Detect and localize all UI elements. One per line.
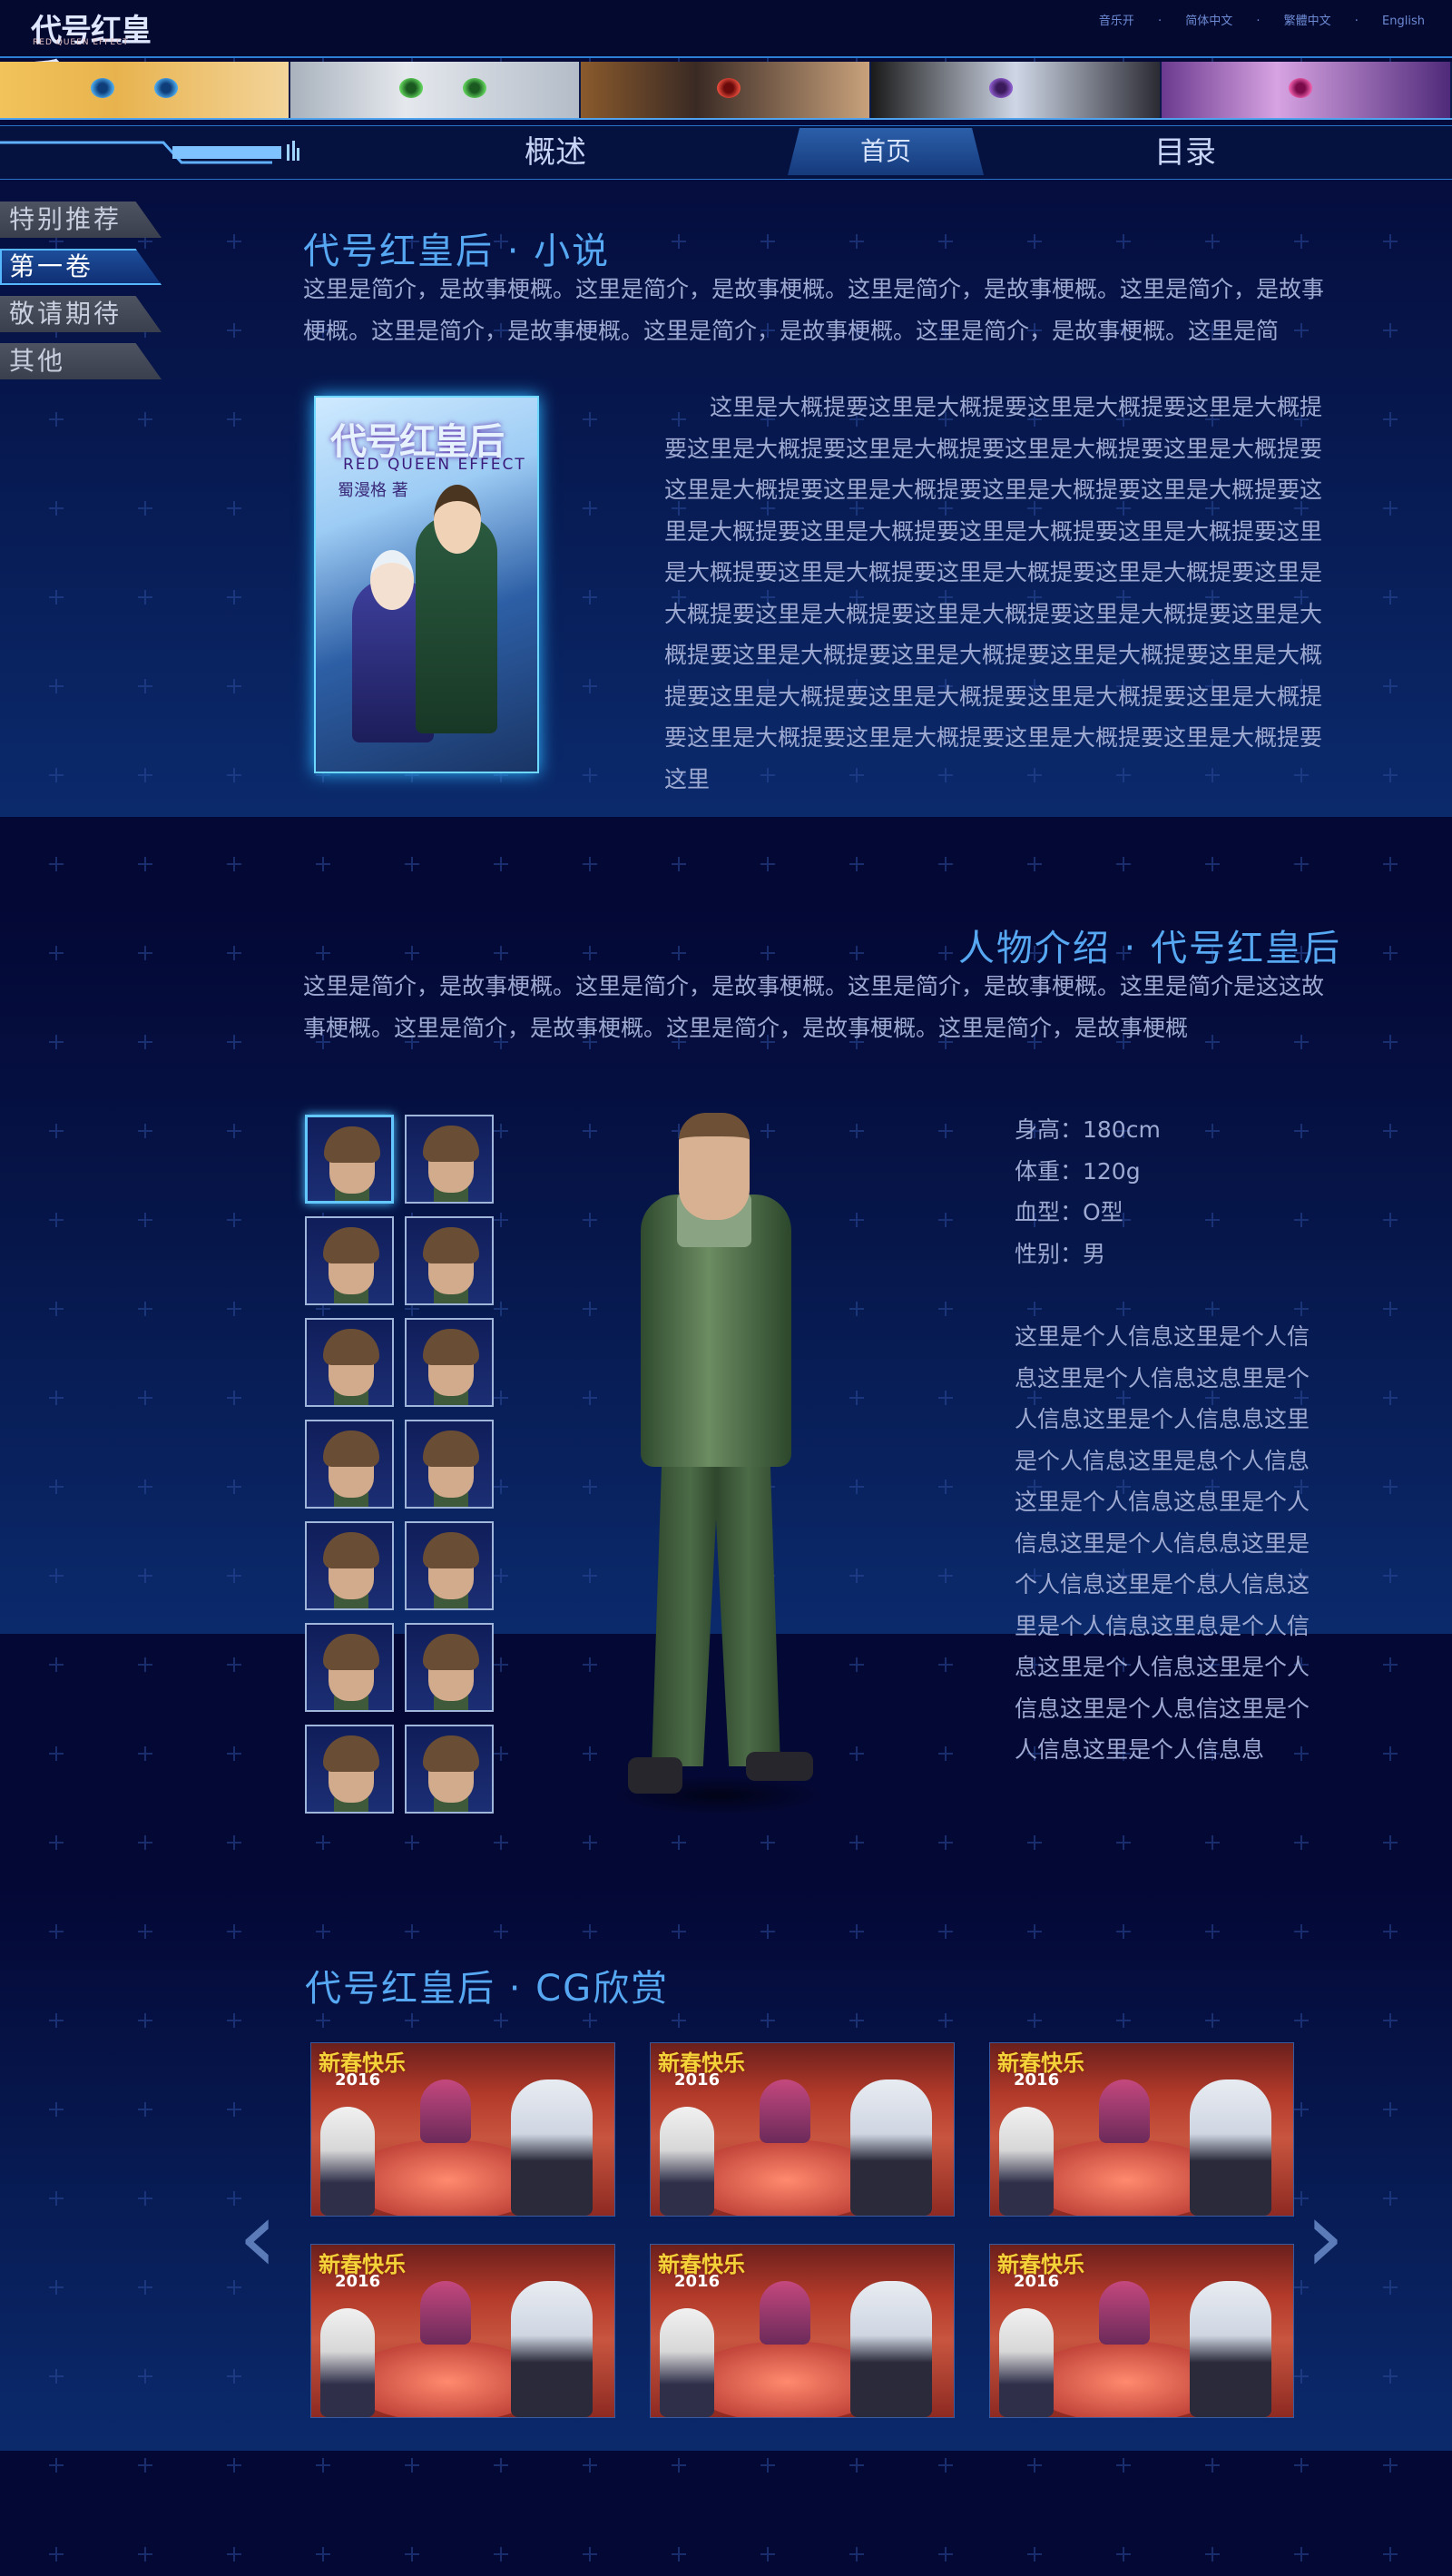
cg-prev-arrow[interactable]: ‹ <box>238 2178 278 2295</box>
character-section-title: 人物介绍 · 代号红皇后 <box>957 928 1341 969</box>
book-cover-author: 蜀漫格 著 <box>338 481 408 500</box>
character-portrait-thumb[interactable] <box>305 1521 394 1610</box>
cg-thumbnail-year: 2016 <box>1014 2070 1060 2089</box>
character-portrait-thumb[interactable] <box>305 1318 394 1407</box>
lang-link-simplified[interactable]: · 简体中文 <box>1158 15 1232 28</box>
banner-panel-1 <box>0 62 290 118</box>
cg-thumbnail-year: 2016 <box>674 2070 721 2089</box>
character-portrait-thumb[interactable] <box>405 1521 494 1610</box>
character-portrait-thumb[interactable] <box>405 1623 494 1712</box>
stat-gender: 性别：男 <box>1015 1240 1106 1267</box>
cg-thumbnail[interactable]: 新春快乐 2016 <box>310 2244 615 2418</box>
banner-panel-3 <box>581 62 871 118</box>
nav-contents[interactable]: 目录 <box>1154 126 1216 179</box>
cg-thumbnail-year: 2016 <box>335 2070 381 2089</box>
cg-thumbnail[interactable]: 新春快乐 2016 <box>989 2042 1294 2217</box>
top-links: 音乐开 · 简体中文 · 繁體中文 · English <box>1079 11 1425 28</box>
nav-home[interactable]: 首页 <box>788 128 984 175</box>
cg-thumbnail[interactable]: 新春快乐 2016 <box>650 2244 955 2418</box>
side-item-other[interactable]: 其他 <box>0 343 162 379</box>
character-intro: 这里是简介，是故事梗概。这里是简介，是故事梗概。这里是简介，是故事梗概。这里是简… <box>303 973 1325 1041</box>
cg-thumbnail-year: 2016 <box>335 2272 381 2291</box>
cg-section-title: 代号红皇后 · CG欣赏 <box>305 1968 670 2010</box>
character-stats: 身高：180cm 体重：120g 血型：O型 性别：男 <box>1015 1109 1161 1274</box>
cg-next-arrow[interactable]: › <box>1305 2178 1345 2295</box>
character-portrait-thumb[interactable] <box>305 1216 394 1305</box>
site-logo[interactable]: 代号红皇后 RED QUEEN EFFECT <box>31 5 167 93</box>
book-cover-image: 代号红皇后 RED QUEEN EFFECT 蜀漫格 著 <box>314 396 539 773</box>
side-item-volume-one[interactable]: 第一卷 <box>0 249 162 285</box>
lang-link-traditional[interactable]: · 繁體中文 <box>1256 15 1330 28</box>
character-portrait-thumb[interactable] <box>305 1623 394 1712</box>
cg-thumbnail-year: 2016 <box>674 2272 721 2291</box>
character-portrait-thumb[interactable] <box>405 1216 494 1305</box>
cg-thumbnail-year: 2016 <box>1014 2272 1060 2291</box>
logo-subtitle: RED QUEEN EFFECT <box>33 38 129 47</box>
cg-thumbnail[interactable]: 新春快乐 2016 <box>310 2042 615 2217</box>
banner-panel-2 <box>290 62 581 118</box>
novel-title: 代号红皇后 · 小说 <box>303 231 611 272</box>
side-item-recommend[interactable]: 特别推荐 <box>0 202 162 238</box>
character-banner <box>0 62 1452 120</box>
novel-intro: 这里是简介，是故事梗概。这里是简介，是故事梗概。这里是简介，是故事梗概。这里是简… <box>303 276 1325 344</box>
stat-blood-type: 血型：O型 <box>1015 1199 1123 1225</box>
book-cover[interactable]: 代号红皇后 RED QUEEN EFFECT 蜀漫格 著 <box>314 396 539 773</box>
music-toggle-link[interactable]: 音乐开 <box>1099 15 1134 28</box>
novel-synopsis: 这里是大概提要这里是大概提要这里是大概提要这里是大概提要这里是大概提要这里是大概… <box>664 394 1323 792</box>
lang-link-english[interactable]: · English <box>1355 15 1425 28</box>
side-item-coming-soon[interactable]: 敬请期待 <box>0 296 162 332</box>
character-portrait-thumb[interactable] <box>405 1318 494 1407</box>
nav-overview[interactable]: 概述 <box>525 126 586 179</box>
banner-panel-5 <box>1162 62 1452 118</box>
main-nav: 概述 首页 目录 <box>0 125 1452 180</box>
top-bar: 代号红皇后 RED QUEEN EFFECT 音乐开 · 简体中文 · 繁體中文… <box>0 0 1452 93</box>
nav-decoration <box>0 141 299 164</box>
character-bio: 这里是个人信息这里是个人信息这里是个人信息这息里是个人信息这里是个人信息息这里是… <box>1015 1323 1310 1763</box>
character-portrait-thumb[interactable] <box>305 1420 394 1509</box>
character-full-body <box>610 1113 828 1830</box>
character-portrait-thumb[interactable] <box>305 1115 394 1204</box>
book-cover-subtitle: RED QUEEN EFFECT <box>343 456 526 474</box>
character-portrait-thumb[interactable] <box>405 1115 494 1204</box>
stat-height: 身高：180cm <box>1015 1116 1161 1143</box>
character-portrait-thumb[interactable] <box>405 1420 494 1509</box>
banner-panel-4 <box>871 62 1162 118</box>
side-menu: 特别推荐 第一卷 敬请期待 其他 <box>0 202 162 390</box>
cg-thumbnail[interactable]: 新春快乐 2016 <box>989 2244 1294 2418</box>
stat-weight: 体重：120g <box>1015 1157 1141 1185</box>
character-portrait-thumb[interactable] <box>405 1725 494 1814</box>
character-portrait-thumb[interactable] <box>305 1725 394 1814</box>
cg-thumbnail[interactable]: 新春快乐 2016 <box>650 2042 955 2217</box>
